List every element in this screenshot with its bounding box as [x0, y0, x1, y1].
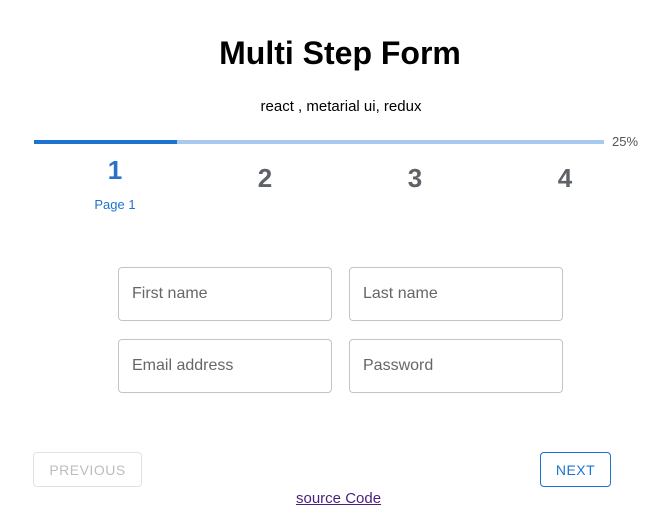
- step-1[interactable]: 1 Page 1: [40, 152, 190, 212]
- password-input[interactable]: [350, 340, 562, 392]
- step-2[interactable]: 2: [190, 152, 340, 194]
- stepper: 1 Page 1 2 3 4: [40, 152, 640, 222]
- email-input[interactable]: [119, 340, 331, 392]
- progress-bar: [34, 140, 604, 144]
- email-field: [118, 339, 332, 393]
- page-subtitle: react , metarial ui, redux: [260, 98, 422, 115]
- previous-button[interactable]: PREVIOUS: [33, 452, 142, 487]
- step-number: 1: [107, 155, 123, 185]
- last-name-input[interactable]: [350, 268, 562, 320]
- step-number: 3: [407, 163, 423, 193]
- source-code-link[interactable]: source Code: [296, 490, 381, 507]
- step-number: 4: [557, 163, 573, 193]
- last-name-field: [349, 267, 563, 321]
- step-3[interactable]: 3: [340, 152, 490, 194]
- progress-percent-label: 25%: [612, 134, 639, 149]
- next-button[interactable]: NEXT: [540, 452, 611, 487]
- first-name-input[interactable]: [119, 268, 331, 320]
- step-label: Page 1: [94, 197, 136, 212]
- step-4[interactable]: 4: [490, 152, 640, 194]
- progress-bar-fill: [34, 140, 177, 144]
- first-name-field: [118, 267, 332, 321]
- step-number: 2: [257, 163, 273, 193]
- page-title: Multi Step Form: [219, 35, 461, 71]
- password-field: [349, 339, 563, 393]
